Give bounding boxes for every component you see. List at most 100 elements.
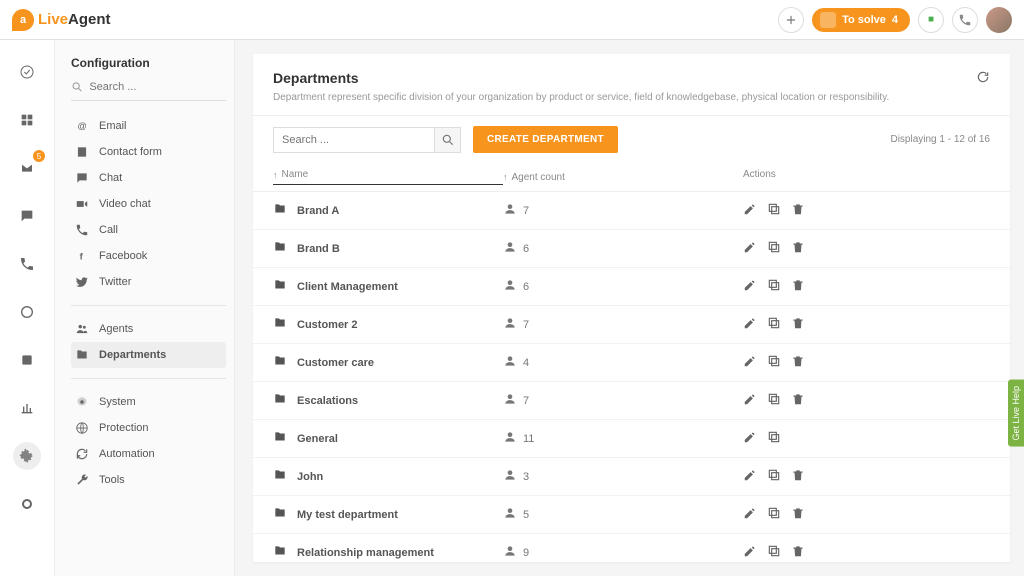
displaying-text: Displaying 1 - 12 of 16 — [890, 134, 990, 145]
to-solve-button[interactable]: To solve 4 — [812, 8, 910, 32]
sidebar-item-protection[interactable]: Protection — [71, 415, 226, 441]
col-count-header[interactable]: ↑Agent count — [503, 169, 743, 185]
sidebar-item-label: Automation — [99, 448, 155, 460]
check-circle-icon — [19, 64, 35, 80]
sidebar-item-video-chat[interactable]: Video chat — [71, 191, 226, 217]
dept-name: Brand B — [297, 243, 340, 255]
rail-call[interactable] — [13, 250, 41, 278]
agent-count: 9 — [523, 547, 529, 559]
delete-button[interactable] — [791, 316, 805, 333]
copy-button[interactable] — [767, 354, 781, 371]
at-icon: @ — [75, 119, 89, 133]
copy-button[interactable] — [767, 430, 781, 447]
table-row[interactable]: Brand A7 — [253, 192, 1010, 230]
copy-button[interactable] — [767, 506, 781, 523]
copy-button[interactable] — [767, 392, 781, 409]
create-department-button[interactable]: CREATE DEPARTMENT — [473, 126, 618, 153]
table-row[interactable]: General11 — [253, 420, 1010, 458]
sidebar-item-email[interactable]: @Email — [71, 113, 226, 139]
rail-dashboard[interactable] — [13, 58, 41, 86]
sidebar-item-label: Facebook — [99, 250, 147, 262]
dept-name: Relationship management — [297, 547, 434, 559]
delete-button[interactable] — [791, 392, 805, 409]
edit-button[interactable] — [743, 202, 757, 219]
delete-button[interactable] — [791, 506, 805, 523]
agent-count: 7 — [523, 395, 529, 407]
copy-button[interactable] — [767, 468, 781, 485]
copy-button[interactable] — [767, 316, 781, 333]
sidebar-item-facebook[interactable]: fFacebook — [71, 243, 226, 269]
sidebar-item-chat[interactable]: Chat — [71, 165, 226, 191]
rail-settings[interactable] — [13, 442, 41, 470]
panel: Departments Department represent specifi… — [253, 54, 1010, 562]
table-row[interactable]: Relationship management 9 — [253, 534, 1010, 562]
rail-contacts[interactable] — [13, 346, 41, 374]
folder-icon — [273, 544, 287, 561]
search-button[interactable] — [434, 128, 460, 152]
sidebar-search-input[interactable] — [89, 81, 226, 93]
delete-button[interactable] — [791, 354, 805, 371]
refresh-button[interactable] — [976, 70, 990, 87]
delete-button[interactable] — [791, 240, 805, 257]
search-input[interactable] — [274, 128, 434, 152]
table-row[interactable]: My test department5 — [253, 496, 1010, 534]
rail-chat[interactable] — [13, 202, 41, 230]
sidebar-item-tools[interactable]: Tools — [71, 467, 226, 493]
to-solve-label: To solve — [842, 14, 886, 26]
edit-button[interactable] — [743, 354, 757, 371]
copy-button[interactable] — [767, 202, 781, 219]
sidebar-item-twitter[interactable]: Twitter — [71, 269, 226, 295]
status-button[interactable]: ■ — [918, 7, 944, 33]
avatar[interactable] — [986, 7, 1012, 33]
sidebar-item-contact-form[interactable]: Contact form — [71, 139, 226, 165]
live-help-tab[interactable]: Get Live Help — [1008, 380, 1024, 447]
sidebar-item-agents[interactable]: Agents — [71, 316, 226, 342]
agent-count: 7 — [523, 205, 529, 217]
sidebar-item-departments[interactable]: Departments — [71, 342, 226, 368]
edit-button[interactable] — [743, 316, 757, 333]
edit-button[interactable] — [743, 278, 757, 295]
folder-icon — [273, 202, 287, 219]
col-name-header[interactable]: ↑Name — [273, 169, 503, 185]
grid-icon — [19, 112, 35, 128]
table-row[interactable]: Escalations7 — [253, 382, 1010, 420]
copy-button[interactable] — [767, 544, 781, 561]
rail-extensions[interactable] — [13, 490, 41, 518]
copy-button[interactable] — [767, 278, 781, 295]
edit-button[interactable] — [743, 392, 757, 409]
delete-button[interactable] — [791, 544, 805, 561]
panel-toolbar: CREATE DEPARTMENT Displaying 1 - 12 of 1… — [253, 116, 1010, 163]
rail-reports[interactable] — [13, 394, 41, 422]
edit-button[interactable] — [743, 240, 757, 257]
table-row[interactable]: Client Management6 — [253, 268, 1010, 306]
refresh-icon — [976, 70, 990, 84]
agent-count: 4 — [523, 357, 529, 369]
refresh-icon — [75, 447, 89, 461]
edit-button[interactable] — [743, 430, 757, 447]
table-row[interactable]: Brand B6 — [253, 230, 1010, 268]
add-button[interactable] — [778, 7, 804, 33]
topbar-right: To solve 4 ■ — [778, 7, 1012, 33]
phone-button[interactable] — [952, 7, 978, 33]
sidebar-item-automation[interactable]: Automation — [71, 441, 226, 467]
sidebar-search[interactable] — [71, 80, 226, 101]
edit-button[interactable] — [743, 544, 757, 561]
table-row[interactable]: John3 — [253, 458, 1010, 496]
delete-button[interactable] — [791, 468, 805, 485]
edit-button[interactable] — [743, 506, 757, 523]
phone-icon — [958, 13, 972, 27]
agent-count: 3 — [523, 471, 529, 483]
edit-button[interactable] — [743, 468, 757, 485]
rail-apps[interactable] — [13, 106, 41, 134]
sidebar-item-system[interactable]: System — [71, 389, 226, 415]
dept-name: Customer 2 — [297, 319, 358, 331]
copy-button[interactable] — [767, 240, 781, 257]
table-row[interactable]: Customer 27 — [253, 306, 1010, 344]
rail-mail[interactable]: 5 — [13, 154, 41, 182]
delete-button[interactable] — [791, 278, 805, 295]
sidebar-item-call[interactable]: Call — [71, 217, 226, 243]
table-row[interactable]: Customer care4 — [253, 344, 1010, 382]
delete-button[interactable] — [791, 202, 805, 219]
logo[interactable]: a LiveAgent — [12, 9, 111, 31]
rail-ring[interactable] — [13, 298, 41, 326]
